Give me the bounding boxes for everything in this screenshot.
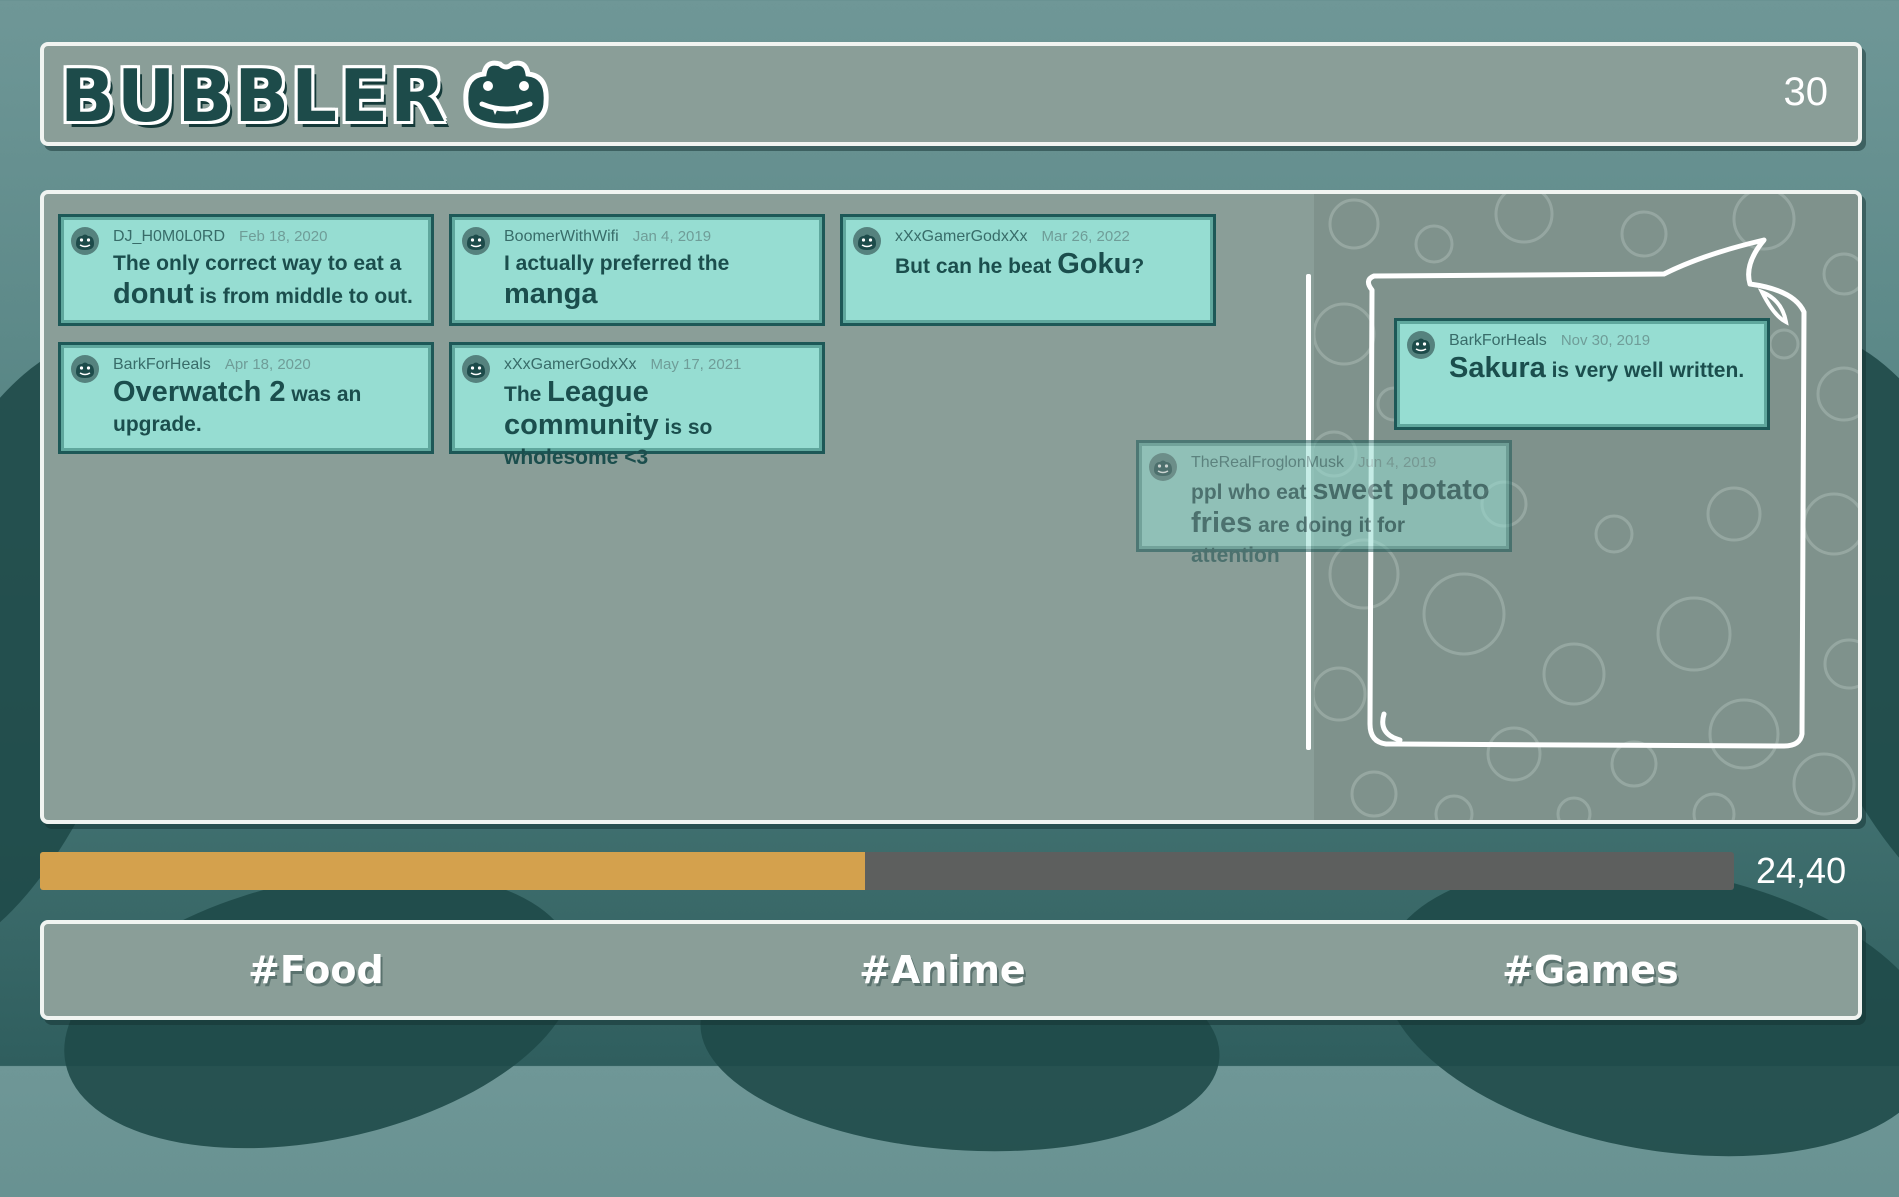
post-keyword: Overwatch 2 bbox=[113, 376, 286, 408]
frog-icon bbox=[463, 60, 549, 129]
avatar-frog-icon bbox=[462, 355, 490, 383]
post-date: Apr 18, 2020 bbox=[224, 356, 311, 373]
post-username: xXxGamerGodxXx bbox=[504, 356, 637, 373]
post-text: I actually preferred the manga bbox=[504, 249, 808, 312]
post-text-fragment: But can he beat bbox=[895, 255, 1058, 278]
post-keyword: Sakura bbox=[1449, 352, 1546, 384]
post-date: Nov 30, 2019 bbox=[1560, 332, 1651, 349]
post-username: BoomerWithWifi bbox=[504, 228, 619, 245]
header-bar: BUBBLER 30 bbox=[40, 42, 1862, 146]
avatar-frog-icon bbox=[462, 227, 490, 255]
post-keyword: donut bbox=[113, 278, 194, 310]
post-text-fragment: I actually preferred the bbox=[504, 252, 730, 275]
progress-value: 24,40 bbox=[1756, 850, 1847, 891]
post-text-fragment: is very well written. bbox=[1545, 359, 1745, 382]
progress-bar bbox=[40, 852, 1734, 890]
post-card[interactable]: DJ_H0M0L0RD Feb 18, 2020 The only correct … bbox=[58, 214, 434, 326]
post-meta: xXxGamerGodxXx Mar 26, 2022 bbox=[895, 227, 1199, 247]
post-card[interactable]: xXxGamerGodxXx Mar 26, 2022 But can he bea… bbox=[840, 214, 1216, 326]
post-text: Sakura is very well written. bbox=[1449, 353, 1753, 386]
post-text: Overwatch 2 was an upgrade. bbox=[113, 377, 417, 440]
post-text-fragment: The only correct way to eat a bbox=[113, 252, 402, 275]
score-counter: 30 bbox=[1783, 70, 1829, 114]
post-text-fragment: ? bbox=[1131, 255, 1145, 278]
tag-anime-button[interactable]: #Anime bbox=[859, 948, 1026, 992]
progress-fill bbox=[40, 852, 865, 890]
avatar-frog-icon bbox=[1149, 453, 1177, 481]
post-meta: BoomerWithWifi Jan 4, 2019 bbox=[504, 227, 808, 247]
post-meta: BarkForHeals Nov 30, 2019 bbox=[1449, 331, 1753, 351]
post-username: TheRealFroglonMusk bbox=[1191, 454, 1344, 471]
post-username: DJ_H0M0L0RD bbox=[113, 228, 226, 245]
post-text: The League community is so wholesome <3 bbox=[504, 377, 808, 473]
post-date: Jun 4, 2019 bbox=[1357, 454, 1437, 471]
post-keyword: Goku bbox=[1057, 248, 1132, 280]
post-card[interactable]: BoomerWithWifi Jan 4, 2019 I actually pref… bbox=[449, 214, 825, 326]
post-text-fragment: The bbox=[504, 383, 548, 406]
avatar-frog-icon bbox=[1407, 331, 1435, 359]
post-text: But can he beat Goku? bbox=[895, 249, 1199, 282]
post-meta: DJ_H0M0L0RD Feb 18, 2020 bbox=[113, 227, 417, 247]
post-card[interactable]: TheRealFroglonMusk Jun 4, 2019 ppl who eat… bbox=[1136, 440, 1512, 567]
post-card[interactable]: BarkForHeals Nov 30, 2019 Sakura is very w… bbox=[1394, 318, 1770, 430]
tag-food-button[interactable]: #Food bbox=[248, 948, 384, 992]
post-card[interactable]: xXxGamerGodxXx May 17, 2021 The League com… bbox=[449, 342, 825, 469]
post-meta: BarkForHeals Apr 18, 2020 bbox=[113, 355, 417, 375]
avatar-frog-icon bbox=[71, 227, 99, 255]
post-card[interactable]: BarkForHeals Apr 18, 2020 Overwatch 2 was … bbox=[58, 342, 434, 454]
post-date: May 17, 2021 bbox=[650, 356, 742, 373]
post-username: BarkForHeals bbox=[113, 356, 211, 373]
post-text-fragment: ppl who eat bbox=[1191, 481, 1313, 504]
tag-bar: #Food #Anime #Games bbox=[40, 920, 1862, 1020]
post-date: Jan 4, 2019 bbox=[632, 228, 712, 245]
avatar-frog-icon bbox=[853, 227, 881, 255]
post-text-fragment: is from middle to out. bbox=[193, 285, 413, 308]
post-username: xXxGamerGodxXx bbox=[895, 228, 1028, 245]
post-meta: xXxGamerGodxXx May 17, 2021 bbox=[504, 355, 808, 375]
tag-games-button[interactable]: #Games bbox=[1502, 948, 1679, 992]
post-text: The only correct way to eat a donut is f… bbox=[113, 249, 417, 312]
post-keyword: manga bbox=[504, 278, 598, 310]
post-text: ppl who eat sweet potato fries are doing… bbox=[1191, 475, 1495, 571]
post-date: Feb 18, 2020 bbox=[239, 228, 328, 245]
post-meta: TheRealFroglonMusk Jun 4, 2019 bbox=[1191, 453, 1495, 473]
post-date: Mar 26, 2022 bbox=[1041, 228, 1130, 245]
game-logo: BUBBLER bbox=[60, 54, 448, 138]
avatar-frog-icon bbox=[71, 355, 99, 383]
post-board: DJ_H0M0L0RD Feb 18, 2020 The only correct … bbox=[40, 190, 1862, 824]
post-username: BarkForHeals bbox=[1449, 332, 1547, 349]
